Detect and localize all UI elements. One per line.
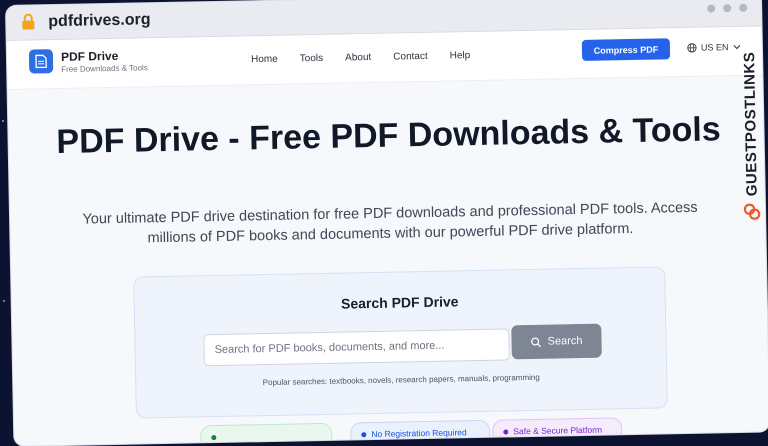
page-title: PDF Drive - Free PDF Downloads & Tools — [48, 110, 729, 161]
language-selector[interactable]: US EN — [687, 42, 741, 53]
chain-link-icon — [743, 202, 761, 220]
window-dot[interactable] — [707, 4, 715, 12]
nav-link-tools[interactable]: Tools — [300, 53, 324, 64]
badge-label: Safe & Secure Platform — [513, 425, 602, 437]
page-subtitle: Your ultimate PDF drive destination for … — [70, 198, 711, 250]
feature-badge-safe-secure: Safe & Secure Platform — [492, 417, 622, 443]
compress-pdf-button[interactable]: Compress PDF — [582, 38, 670, 61]
main-menu: Home Tools About Contact Help — [251, 50, 470, 65]
feature-badge-no-registration: No Registration Required — [350, 420, 490, 446]
brand-tagline: Free Downloads & Tools — [61, 63, 148, 74]
search-panel: Search PDF Drive Search Popular searches… — [133, 266, 668, 418]
chevron-down-icon — [732, 44, 740, 50]
search-icon — [531, 336, 542, 347]
window-controls — [707, 4, 747, 13]
nav-link-about[interactable]: About — [345, 52, 371, 63]
nav-link-home[interactable]: Home — [251, 54, 278, 66]
badge-label: No Registration Required — [371, 427, 467, 439]
star — [3, 300, 5, 302]
globe-icon — [687, 43, 697, 53]
search-title: Search PDF Drive — [135, 289, 665, 315]
badge-dot-icon — [211, 435, 216, 440]
browser-window: pdfdrives.org PDF Drive Free Downloads &… — [6, 0, 768, 446]
window-dot[interactable] — [723, 4, 731, 12]
popular-searches: Popular searches: textbooks, novels, res… — [136, 370, 666, 389]
language-label: US EN — [701, 42, 729, 53]
window-dot[interactable] — [739, 4, 747, 12]
url-text[interactable]: pdfdrives.org — [48, 11, 151, 31]
badge-dot-icon — [361, 432, 366, 437]
nav-link-help[interactable]: Help — [450, 50, 471, 61]
watermark: GUESTPOSTLINKS — [734, 51, 767, 222]
star — [2, 120, 4, 122]
search-input[interactable] — [203, 328, 510, 366]
nav-link-contact[interactable]: Contact — [393, 51, 428, 63]
brand-name[interactable]: PDF Drive — [61, 49, 119, 64]
search-button[interactable]: Search — [511, 324, 602, 360]
logo[interactable] — [29, 49, 53, 73]
document-icon — [35, 54, 47, 68]
lock-icon — [21, 13, 35, 29]
search-button-label: Search — [547, 335, 582, 348]
watermark-text: GUESTPOSTLINKS — [741, 52, 761, 197]
badge-dot-icon — [503, 429, 508, 434]
feature-badge — [200, 423, 332, 446]
